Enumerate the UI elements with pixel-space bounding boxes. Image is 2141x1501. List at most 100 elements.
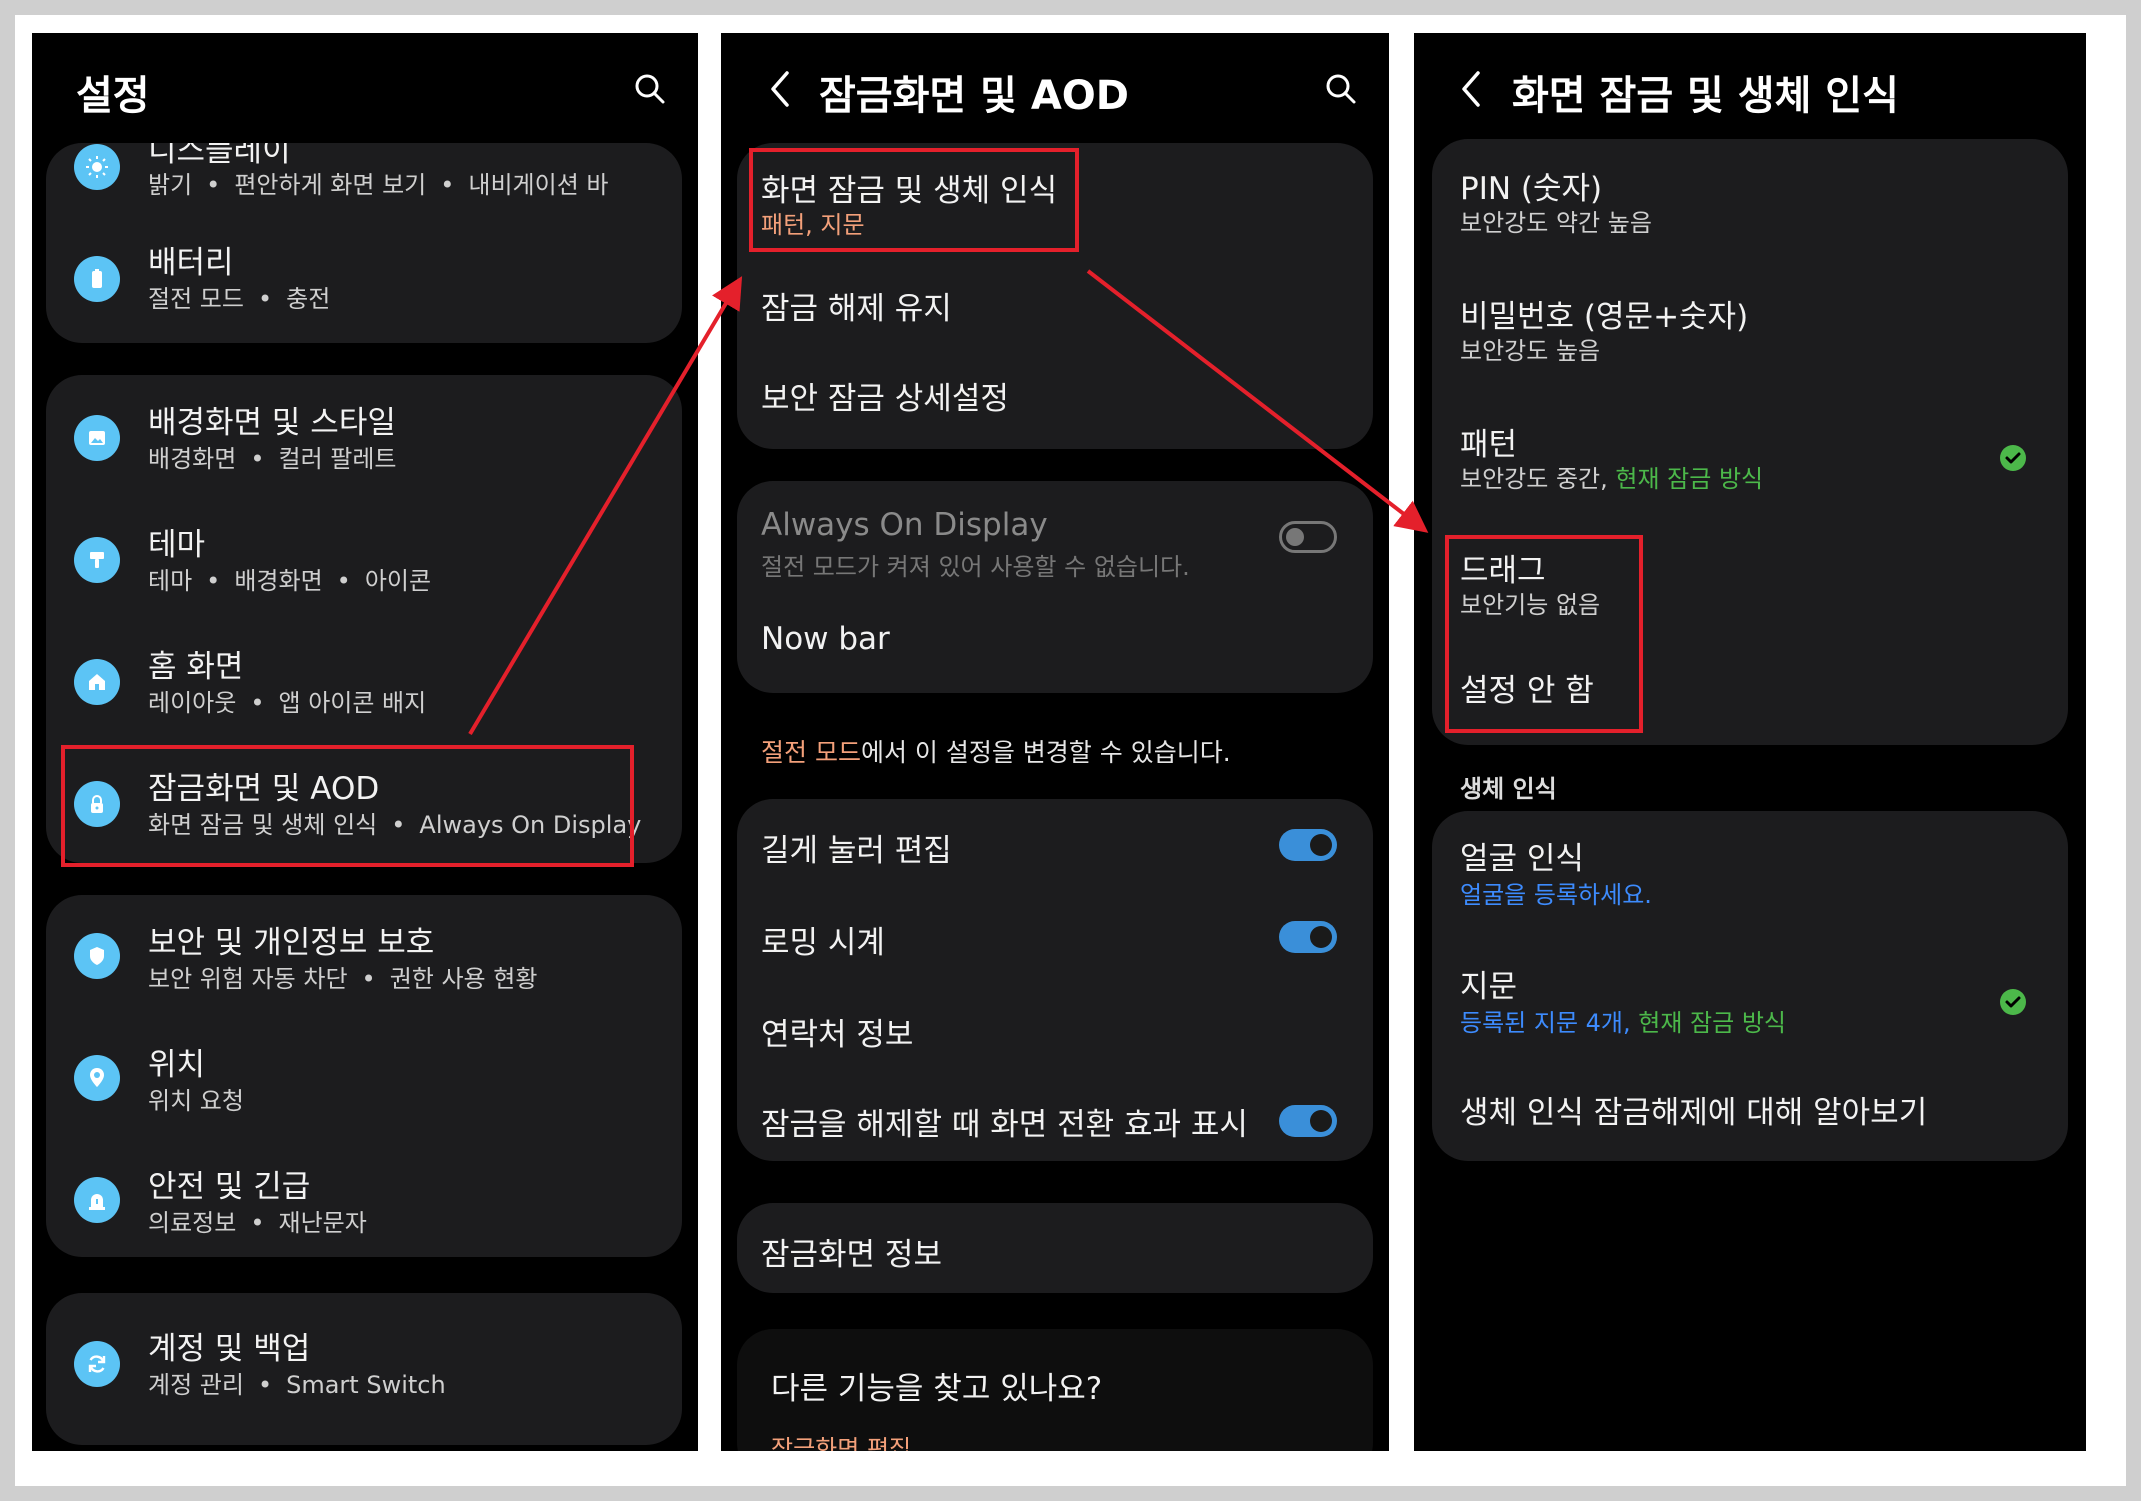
settings-item-location[interactable]: 위치 위치 요청 — [46, 1017, 682, 1137]
roaming-clock-toggle[interactable] — [1279, 921, 1337, 953]
settings-item-lockscreen-aod[interactable]: 잠금화면 및 AOD 화면 잠금 및 생체 인식 • Always On Displ… — [46, 741, 682, 861]
power-saving-link[interactable]: 절전 모드 — [761, 738, 861, 767]
emergency-icon — [74, 1177, 120, 1223]
lock-type-card: PIN (숫자) 보안강도 약간 높음 비밀번호 (영문+숫자) 보안강도 높음… — [1432, 139, 2068, 745]
settings-item-subtitle: 배경화면 • 컬러 팔레트 — [148, 445, 397, 473]
option-title: 드래그 — [1460, 553, 1546, 589]
pin-option[interactable]: PIN (숫자) 보안강도 약간 높음 — [1432, 139, 2068, 267]
sub-part: 컬러 팔레트 — [278, 445, 397, 473]
brightness-icon — [74, 144, 120, 190]
sub-part: 위치 요청 — [148, 1087, 244, 1115]
settings-item-theme[interactable]: 테마 테마 • 배경화면 • 아이콘 — [46, 497, 682, 617]
settings-item-title: 위치 — [148, 1047, 206, 1083]
settings-screen: 설정 디스플레이 밝기 • 편안하게 화면 보기 • 내비게이션 바 배터리 절전 모드… — [32, 33, 698, 1451]
option-subtitle: 보안강도 중간, 현재 잠금 방식 — [1460, 459, 1763, 494]
item-title: 지문 — [1460, 969, 1518, 1005]
aod-item[interactable]: Always On Display 절전 모드가 켜져 있어 사용할 수 없습니… — [737, 481, 1373, 593]
face-recognition-item[interactable]: 얼굴 인식 얼굴을 등록하세요. — [1432, 811, 2068, 939]
settings-item-title: 보안 및 개인정보 보호 — [148, 925, 435, 961]
secure-lock-settings-item[interactable]: 보안 잠금 상세설정 — [737, 347, 1373, 439]
option-subtitle: 보안강도 높음 — [1460, 337, 1601, 365]
fingerprint-count: 등록된 지문 4개, — [1460, 1009, 1639, 1037]
image-icon — [74, 415, 120, 461]
settings-item-title: 잠금화면 및 AOD — [148, 771, 380, 807]
drag-option[interactable]: 드래그 보안기능 없음 — [1432, 523, 2068, 651]
lockscreen-info-item[interactable]: 잠금화면 정보 — [737, 1203, 1373, 1293]
screen-lock-type-screen: 화면 잠금 및 생체 인식 PIN (숫자) 보안강도 약간 높음 비밀번호 (… — [1414, 33, 2086, 1451]
settings-item-home-screen[interactable]: 홈 화면 레이아웃 • 앱 아이콘 배지 — [46, 619, 682, 739]
current-lock-label: 현재 잠금 방식 — [1615, 465, 1764, 493]
sub-part: 배경화면 — [148, 445, 237, 473]
shield-icon — [74, 933, 120, 979]
search-icon[interactable] — [632, 71, 668, 107]
settings-item-title: 테마 — [148, 527, 206, 563]
sub-part: 앱 아이콘 배지 — [278, 689, 427, 717]
unlock-transition-toggle[interactable] — [1279, 1105, 1337, 1137]
sub-part: 레이아웃 — [148, 689, 237, 717]
none-option[interactable]: 설정 안 함 — [1432, 651, 2068, 745]
fingerprint-item[interactable]: 지문 등록된 지문 4개, 현재 잠금 방식 — [1432, 939, 2068, 1067]
settings-item-subtitle: 절전 모드 • 충전 — [148, 285, 331, 313]
aod-toggle[interactable] — [1279, 521, 1337, 553]
sub-part: 밝기 — [148, 171, 193, 199]
section-label: 생체 인식 — [1460, 775, 1557, 803]
long-press-edit-toggle[interactable] — [1279, 829, 1337, 861]
password-option[interactable]: 비밀번호 (영문+숫자) 보안강도 높음 — [1432, 267, 2068, 395]
option-subtitle-text: 보안강도 중간, — [1460, 465, 1616, 493]
unlock-transition-item[interactable]: 잠금을 해제할 때 화면 전환 효과 표시 — [737, 1075, 1373, 1161]
back-icon[interactable] — [1456, 67, 1486, 111]
lockscreen-edit-link[interactable]: 잠금화면 편집 — [771, 1429, 911, 1451]
option-subtitle: 보안기능 없음 — [1460, 591, 1601, 619]
long-press-edit-item[interactable]: 길게 눌러 편집 — [737, 799, 1373, 891]
settings-item-display[interactable]: 디스플레이 밝기 • 편안하게 화면 보기 • 내비게이션 바 — [46, 143, 682, 223]
looking-for-title: 다른 기능을 찾고 있나요? — [771, 1371, 1103, 1407]
looking-for-card: 다른 기능을 찾고 있나요? 잠금화면 편집 — [737, 1329, 1373, 1451]
item-subtitle: 등록된 지문 4개, 현재 잠금 방식 — [1460, 1003, 1786, 1038]
contact-info-item[interactable]: 연락처 정보 — [737, 983, 1373, 1075]
now-bar-item[interactable]: Now bar — [737, 593, 1373, 693]
item-title: 잠금화면 정보 — [761, 1237, 942, 1273]
item-subtitle: 패턴, 지문 — [761, 211, 865, 239]
biometrics-card: 얼굴 인식 얼굴을 등록하세요. 지문 등록된 지문 4개, 현재 잠금 방식 … — [1432, 811, 2068, 1161]
search-icon[interactable] — [1323, 71, 1359, 107]
screen-lock-biometrics-item[interactable]: 화면 잠금 및 생체 인식 패턴, 지문 — [737, 143, 1373, 255]
sub-part: 계정 관리 — [148, 1371, 244, 1399]
location-icon — [74, 1055, 120, 1101]
sync-icon — [74, 1341, 120, 1387]
lock-card-aod: Always On Display 절전 모드가 켜져 있어 사용할 수 없습니… — [737, 481, 1373, 693]
settings-item-subtitle: 레이아웃 • 앱 아이콘 배지 — [148, 689, 427, 717]
sub-part: 배경화면 — [234, 567, 323, 595]
roaming-clock-item[interactable]: 로밍 시계 — [737, 891, 1373, 983]
sub-part: Smart Switch — [286, 1371, 446, 1399]
item-subtitle: 얼굴을 등록하세요. — [1460, 881, 1652, 909]
settings-item-subtitle: 계정 관리 • Smart Switch — [148, 1371, 446, 1399]
sub-part: 재난문자 — [278, 1209, 367, 1237]
power-saving-note: 절전 모드에서 이 설정을 변경할 수 있습니다. — [761, 733, 1231, 769]
settings-item-safety-emergency[interactable]: 안전 및 긴급 의료정보 • 재난문자 — [46, 1139, 682, 1257]
settings-item-accounts-backup[interactable]: 계정 및 백업 계정 관리 • Smart Switch — [46, 1303, 682, 1423]
item-title: 로밍 시계 — [761, 925, 885, 961]
settings-item-subtitle: 화면 잠금 및 생체 인식 • Always On Display — [148, 811, 642, 839]
brush-icon — [74, 537, 120, 583]
settings-item-security-privacy[interactable]: 보안 및 개인정보 보호 보안 위험 자동 차단 • 권한 사용 현황 — [46, 895, 682, 1015]
sub-part: 편안하게 화면 보기 — [234, 171, 427, 199]
sub-part: 의료정보 — [148, 1209, 237, 1237]
learn-biometrics-item[interactable]: 생체 인식 잠금해제에 대해 알아보기 — [1432, 1067, 2068, 1161]
settings-item-battery[interactable]: 배터리 절전 모드 • 충전 — [46, 223, 682, 335]
sub-part: 보안 위험 자동 차단 — [148, 965, 348, 993]
settings-item-subtitle: 테마 • 배경화면 • 아이콘 — [148, 567, 432, 595]
settings-item-subtitle: 의료정보 • 재난문자 — [148, 1209, 367, 1237]
pattern-option[interactable]: 패턴 보안강도 중간, 현재 잠금 방식 — [1432, 395, 2068, 523]
option-subtitle: 보안강도 약간 높음 — [1460, 209, 1652, 237]
check-icon — [2000, 445, 2026, 471]
keep-unlocked-item[interactable]: 잠금 해제 유지 — [737, 255, 1373, 347]
back-icon[interactable] — [765, 67, 795, 111]
settings-item-wallpaper[interactable]: 배경화면 및 스타일 배경화면 • 컬러 팔레트 — [46, 375, 682, 495]
option-title: PIN (숫자) — [1460, 171, 1603, 207]
item-title: 잠금 해제 유지 — [761, 291, 952, 327]
item-title: 보안 잠금 상세설정 — [761, 381, 1009, 417]
page-title: 잠금화면 및 AOD — [819, 73, 1130, 119]
page-title: 설정 — [76, 73, 150, 119]
settings-item-title: 배터리 — [148, 245, 234, 281]
sub-part: 테마 — [148, 567, 193, 595]
